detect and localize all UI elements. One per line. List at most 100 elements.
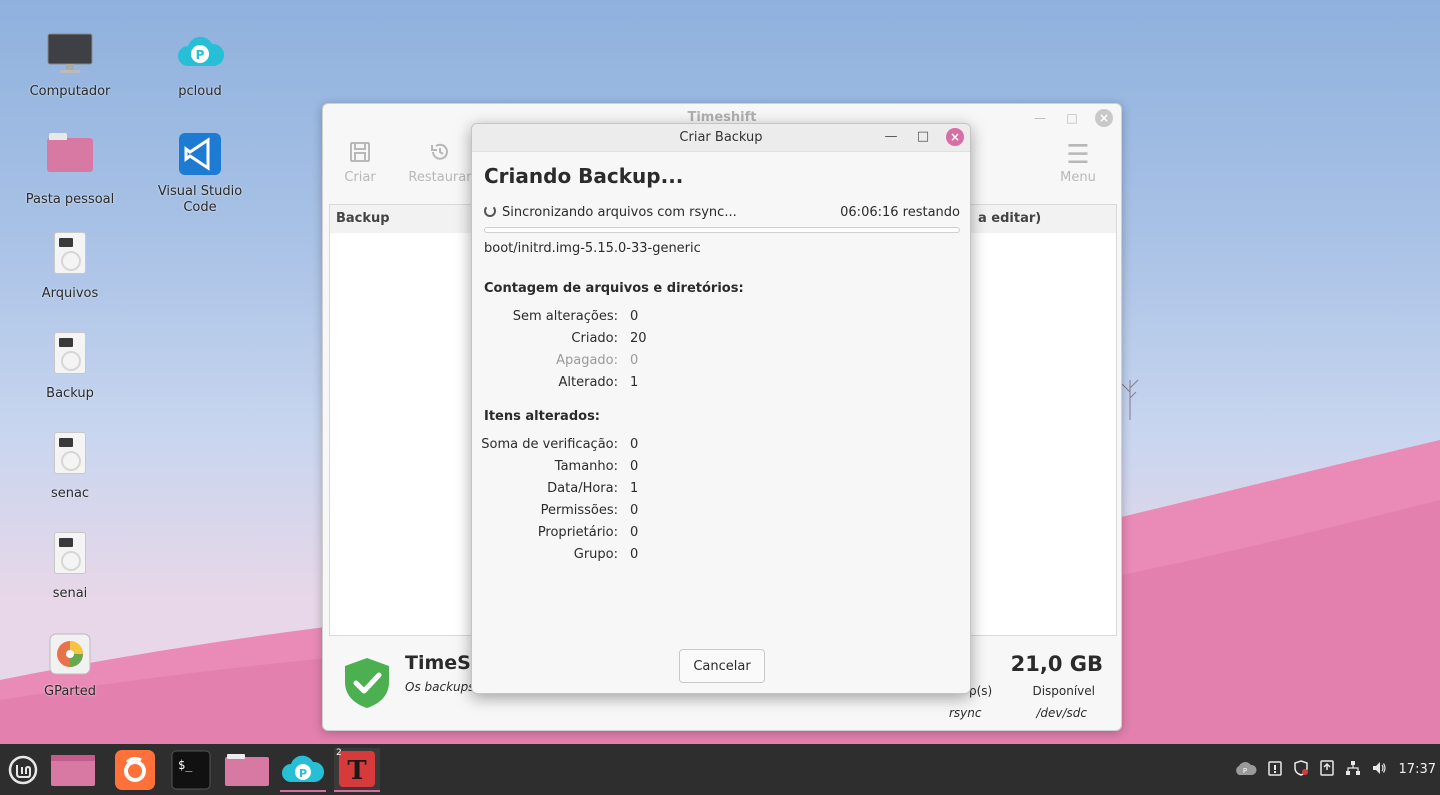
time-remaining: 06:06:16 restando (840, 205, 960, 220)
menu-label: Menu (1060, 170, 1096, 185)
folder-icon (225, 754, 269, 786)
changed-label: Data/Hora: (547, 481, 618, 496)
taskbar-timeshift[interactable]: 2 T (334, 748, 380, 792)
drive-icon (46, 332, 94, 380)
count-row: Alterado: 1 (472, 372, 972, 394)
desktop-icon-arquivos[interactable]: Arquivos (10, 230, 130, 302)
taskbar-firefox[interactable] (112, 748, 158, 792)
volume-icon[interactable] (1371, 760, 1387, 779)
count-value: 1 (630, 375, 639, 390)
desktop-icon-pcloud[interactable]: P pcloud (140, 30, 260, 100)
changed-heading: Itens alterados: (484, 409, 601, 424)
start-menu-button[interactable] (0, 748, 46, 792)
firefox-icon (115, 750, 155, 790)
desktop-icon-label: senac (50, 486, 90, 501)
progress-bar (484, 227, 960, 233)
count-label: Alterado: (558, 375, 619, 390)
desktop-icon-vscode[interactable]: Visual Studio Code (140, 130, 260, 216)
taskbar-terminal[interactable]: $_ (168, 748, 214, 792)
changed-row: Proprietário: 0 (472, 522, 972, 544)
column-backup[interactable]: Backup (336, 211, 390, 226)
taskbar-home-folder[interactable] (224, 748, 270, 792)
count-label: Sem alterações: (512, 309, 618, 324)
menu-button[interactable]: ☰ Menu (1043, 140, 1113, 185)
monitor-icon (46, 30, 94, 78)
desktop-icon-senai[interactable]: senai (10, 530, 130, 602)
history-icon (405, 140, 475, 170)
counts-heading: Contagem de arquivos e diretórios: (484, 281, 744, 296)
restore-button[interactable]: Restaurar (405, 140, 475, 185)
create-backup-dialog[interactable]: Criar Backup — □ × Criando Backup... Sin… (471, 123, 971, 694)
desktop-icon-label: Computador (29, 84, 111, 99)
free-space: 21,0 GB (1010, 652, 1103, 676)
desktop-icon-label: senai (52, 586, 88, 601)
column-comment[interactable]: a editar) (978, 205, 1041, 233)
maximize-icon[interactable]: □ (1063, 109, 1081, 127)
changed-label: Permissões: (540, 503, 618, 518)
desktop-icon-gparted[interactable]: GParted (10, 630, 130, 700)
desktop-icon-label: Backup (46, 386, 94, 401)
current-file: boot/initrd.img-5.15.0-33-generic (484, 241, 701, 256)
network-icon[interactable] (1345, 760, 1361, 779)
changed-value: 0 (630, 503, 639, 518)
svg-text:P: P (196, 48, 205, 62)
shield-tray-icon[interactable] (1293, 760, 1309, 779)
cancel-button[interactable]: Cancelar (679, 649, 765, 683)
count-value: 20 (630, 331, 647, 346)
count-label: Criado: (571, 331, 618, 346)
count-label: Apagado: (556, 353, 618, 368)
changed-label: Tamanho: (554, 459, 618, 474)
close-icon[interactable]: × (946, 128, 964, 146)
taskbar-files[interactable] (50, 748, 96, 792)
desktop-icon-label: Pasta pessoal (25, 192, 115, 207)
count-row: Criado: 20 (472, 328, 972, 350)
vscode-icon (176, 130, 224, 178)
count-value: 0 (630, 353, 639, 368)
changed-row: Tamanho: 0 (472, 456, 972, 478)
shield-check-icon (343, 656, 391, 710)
changed-value: 0 (630, 459, 639, 474)
status-subtitle: Os backups (405, 680, 475, 694)
available-label: Disponível (1032, 684, 1095, 698)
update-icon[interactable] (1319, 760, 1335, 779)
minimize-icon[interactable]: — (882, 128, 900, 146)
svg-text:T: T (347, 756, 367, 786)
taskbar: $_ P 2 T P 17:37 (0, 744, 1440, 795)
save-icon (325, 140, 395, 170)
changed-value: 0 (630, 547, 639, 562)
count-row: Sem alterações: 0 (472, 306, 972, 328)
desktop-icon-home-folder[interactable]: Pasta pessoal (10, 130, 130, 208)
desktop-icon-label: Arquivos (41, 286, 99, 301)
svg-text:P: P (299, 767, 307, 780)
create-button[interactable]: Criar (325, 140, 395, 185)
hamburger-icon: ☰ (1066, 140, 1090, 170)
count-value: 0 (630, 309, 639, 324)
close-icon[interactable]: × (1095, 109, 1113, 127)
maximize-icon[interactable]: □ (914, 128, 932, 146)
folder-icon (51, 755, 95, 786)
mint-logo-icon (8, 755, 38, 785)
desktop-icon-computer[interactable]: Computador (10, 30, 130, 100)
window-count-badge: 2 (336, 748, 342, 758)
taskbar-pcloud[interactable]: P (280, 748, 326, 792)
changed-row: Data/Hora: 1 (472, 478, 972, 500)
changed-row: Permissões: 0 (472, 500, 972, 522)
create-label: Criar (344, 170, 376, 185)
pcloud-icon: P (282, 755, 325, 782)
desktop-icon-backup[interactable]: Backup (10, 330, 130, 402)
backup-mode: rsync (949, 706, 982, 720)
pcloud-tray-icon[interactable]: P (1233, 760, 1257, 779)
changed-label: Soma de verificação: (481, 437, 618, 452)
changed-row: Grupo: 0 (472, 544, 972, 566)
svg-text:P: P (1242, 767, 1246, 775)
dialog-heading: Criando Backup... (484, 164, 684, 188)
svg-text:$_: $_ (178, 758, 193, 772)
clock[interactable]: 17:37 (1399, 762, 1436, 777)
restore-label: Restaurar (408, 170, 472, 185)
minimize-icon[interactable]: — (1031, 109, 1049, 127)
timeshift-icon: T (339, 751, 375, 787)
desktop-icon-label: pcloud (178, 84, 222, 99)
desktop-icon-senac[interactable]: senac (10, 430, 130, 502)
drive-icon (46, 432, 94, 480)
clipboard-icon[interactable] (1267, 760, 1283, 779)
